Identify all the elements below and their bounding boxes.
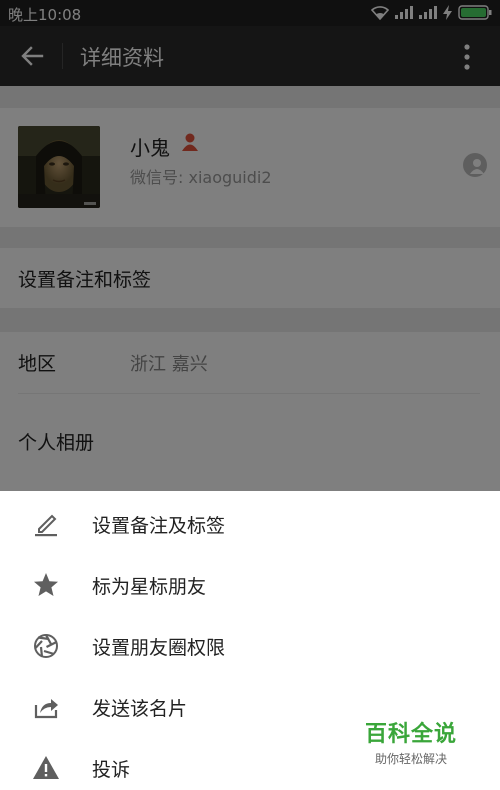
menu-item-moments-permission[interactable]: 设置朋友圈权限 [0,615,500,676]
menu-item-label: 设置朋友圈权限 [92,637,226,659]
star-icon [34,573,58,596]
watermark-title: 百科全说 [365,722,458,747]
menu-item-label: 投诉 [92,759,131,781]
menu-item-label: 标为星标朋友 [92,576,207,598]
watermark-logo: 百科全说 助你轻松解决 [365,716,457,767]
watermark-subtitle: 助你轻松解决 [375,752,448,766]
aperture-icon [34,634,58,658]
pencil-icon [35,514,57,537]
menu-item-star-friend[interactable]: 标为星标朋友 [0,554,500,615]
warning-icon [33,756,59,779]
menu-item-label: 设置备注及标签 [92,515,226,537]
menu-item-label: 发送该名片 [92,698,188,720]
menu-item-set-remark[interactable]: 设置备注及标签 [0,493,500,554]
share-icon [34,699,58,719]
